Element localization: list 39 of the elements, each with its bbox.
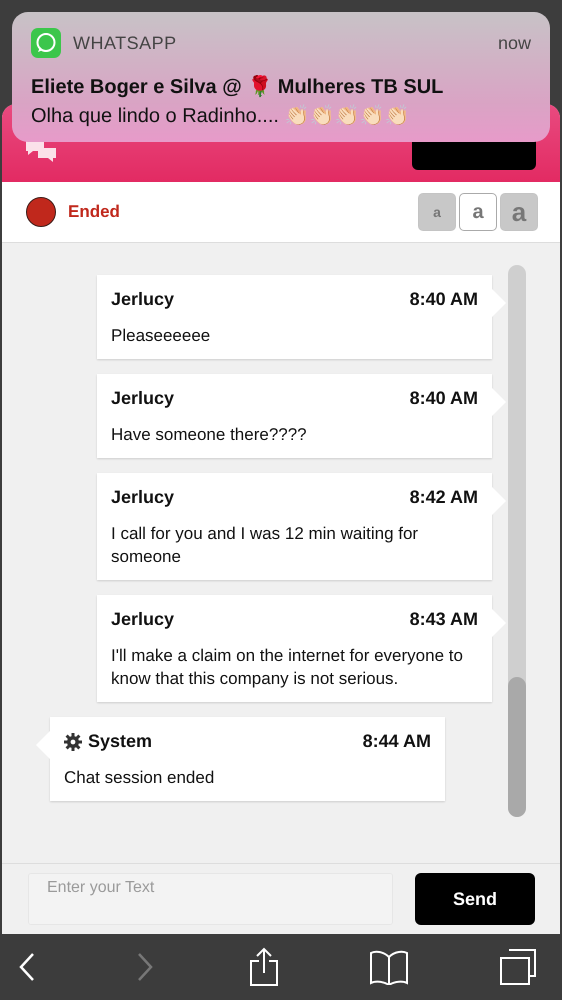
message-text: Have someone there???? — [111, 424, 308, 446]
message-text: I'll make a claim on the internet for everyone to know that this company is not serious. — [111, 645, 464, 690]
message-time: 8:40 AM — [410, 289, 478, 310]
send-button[interactable]: Send — [415, 873, 535, 925]
bookmarks-button[interactable] — [369, 949, 409, 985]
tabs-icon — [499, 948, 537, 986]
notification-time: now — [498, 32, 531, 54]
tabs-button[interactable] — [499, 948, 537, 986]
app-name: WHATSAPP — [73, 32, 178, 54]
end-chat-button[interactable] — [412, 140, 536, 170]
message-text: Pleaseeeeee — [111, 325, 212, 347]
back-icon — [18, 952, 36, 982]
notification-toast[interactable]: WHATSAPP now Eliete Boger e Silva @ 🌹 Mulheres TB SUL Olha que lindo o Radinho.... 👏🏻👏🏻👏🏻👏🏻👏🏻 — [12, 12, 550, 142]
message-time: 8:44 AM — [362, 731, 431, 752]
font-size-button[interactable]: a — [459, 193, 497, 231]
message-time: 8:43 AM — [410, 609, 478, 630]
message-author: Jerlucy — [111, 289, 174, 310]
book-icon — [369, 949, 409, 985]
message-time: 8:42 AM — [410, 487, 478, 508]
message-author: Jerlucy — [111, 609, 174, 630]
message-input-field[interactable]: Enter your Text — [28, 873, 393, 925]
status-label: Ended — [68, 202, 121, 222]
font-size-button[interactable]: a — [500, 193, 538, 231]
message-time: 8:40 AM — [410, 388, 478, 409]
share-icon — [249, 947, 279, 987]
message-text: I call for you and I was 12 min waiting for someone — [111, 523, 420, 568]
notification-title: Eliete Boger e Silva @ 🌹 Mulheres TB SUL — [31, 74, 444, 99]
forward-icon — [136, 952, 154, 982]
message-author: Jerlucy — [111, 487, 174, 508]
scrollbar[interactable] — [508, 265, 526, 817]
back-button[interactable] — [18, 952, 36, 982]
message-text: Chat session ended — [64, 767, 216, 789]
share-button[interactable] — [249, 947, 279, 987]
message-author: Jerlucy — [111, 388, 174, 409]
notification-body: Olha que lindo o Radinho.... 👏🏻👏🏻👏🏻👏🏻👏🏻 — [31, 104, 411, 128]
message-author: System — [88, 731, 152, 752]
font-size-button[interactable]: a — [418, 193, 456, 231]
gear-icon — [64, 732, 82, 750]
whatsapp-icon — [31, 28, 61, 58]
